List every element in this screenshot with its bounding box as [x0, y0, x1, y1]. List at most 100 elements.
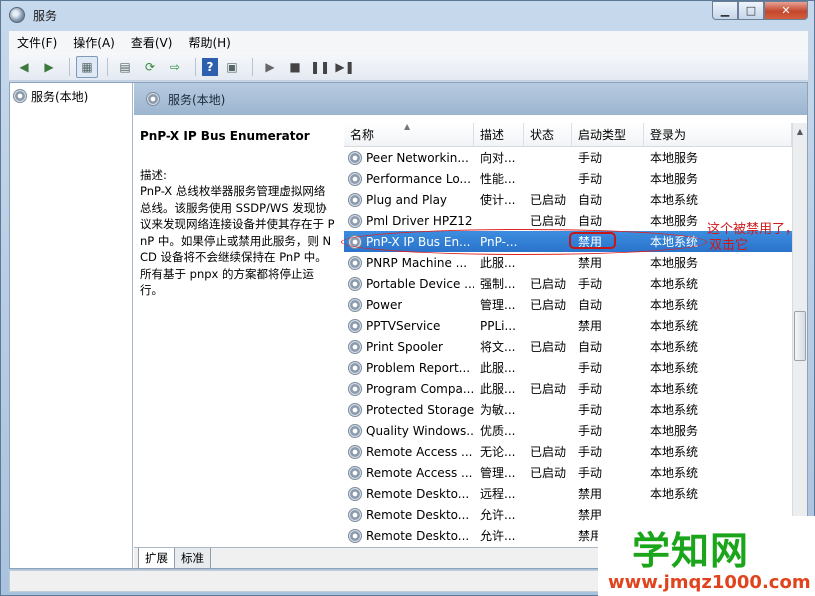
table-row[interactable]: Problem Report...此服...手动本地系统	[344, 357, 792, 378]
table-row[interactable]: Power管理...已启动自动本地系统	[344, 294, 792, 315]
column-header-label: 启动类型	[578, 126, 626, 143]
tree-item-label: 服务(本地)	[31, 88, 88, 105]
service-description-cell: 此服...	[474, 380, 524, 397]
start-service-icon[interactable]: ▶	[259, 56, 281, 78]
service-name-cell: Print Spooler	[344, 340, 474, 354]
help-icon[interactable]: ?	[202, 58, 218, 76]
table-row[interactable]: Remote Access ...无论...已启动手动本地系统	[344, 441, 792, 462]
service-description-cell: 远程...	[474, 485, 524, 502]
service-startup-type-cell: 手动	[572, 359, 644, 376]
service-name-cell: Protected Storage	[344, 403, 474, 417]
tab-extended[interactable]: 扩展	[138, 548, 175, 569]
watermark: 学知网 www.jmqz1000.com	[598, 516, 815, 596]
service-name: Remote Access ...	[366, 445, 472, 459]
maximize-button[interactable]: □	[738, 1, 764, 20]
service-name-heading: PnP-X IP Bus Enumerator	[140, 129, 336, 143]
service-name: Plug and Play	[366, 193, 447, 207]
table-row[interactable]: Program Compa...此服...已启动手动本地系统	[344, 378, 792, 399]
forward-arrow-icon[interactable]: ▶	[38, 56, 60, 78]
show-hide-tree-icon[interactable]: ▦	[76, 56, 98, 78]
service-logon-cell: 本地服务	[644, 149, 734, 166]
description-pane: PnP-X IP Bus Enumerator 描述: PnP-X 总线枚举器服…	[134, 115, 342, 547]
tab-standard[interactable]: 标准	[174, 548, 211, 569]
table-row[interactable]: Plug and Play 使计...已启动自动本地系统	[344, 189, 792, 210]
gear-icon	[348, 256, 362, 270]
gear-icon	[348, 529, 362, 543]
menu-view[interactable]: 查看(V)	[131, 34, 173, 51]
column-header-startup-type[interactable]: 启动类型	[572, 123, 644, 146]
service-description-cell: 使计...	[474, 191, 524, 208]
column-header-label: 状态	[530, 126, 554, 143]
column-header-description[interactable]: 描述	[474, 123, 524, 146]
console-tree: 服务(本地)	[10, 83, 133, 568]
column-header-status[interactable]: 状态	[524, 123, 572, 146]
close-button[interactable]: ✕	[764, 1, 808, 20]
service-name: Performance Lo...	[366, 172, 471, 186]
service-logon-cell: 本地系统	[644, 338, 734, 355]
service-status-cell: 已启动	[524, 296, 572, 313]
annotation-text-line2: 双击它	[709, 238, 748, 254]
window-title: 服务	[33, 7, 57, 24]
menu-file[interactable]: 文件(F)	[17, 34, 57, 51]
service-startup-type-cell: 禁用	[572, 254, 644, 271]
service-status-cell: 已启动	[524, 275, 572, 292]
gear-icon	[348, 361, 362, 375]
watermark-logo: 学知网	[632, 520, 749, 575]
gear-icon	[348, 487, 362, 501]
properties-icon[interactable]: ▤	[114, 56, 136, 78]
minimize-button[interactable]: ▁	[712, 1, 738, 20]
table-row[interactable]: Print Spooler将文...已启动自动本地系统	[344, 336, 792, 357]
menu-bar: 文件(F) 操作(A) 查看(V) 帮助(H)	[9, 31, 808, 53]
service-name: Remote Access ...	[366, 466, 472, 480]
pause-service-icon[interactable]: ❚❚	[309, 56, 331, 78]
vertical-scrollbar[interactable]: ▲ ▼	[792, 123, 807, 547]
column-header-logon-as[interactable]: 登录为	[644, 123, 792, 146]
list-header: ▲ 名称 描述 状态 启动类型 登录为	[344, 123, 792, 147]
service-logon-cell: 本地系统	[644, 401, 734, 418]
tree-item-services-local[interactable]: 服务(本地)	[13, 87, 129, 105]
back-arrow-icon[interactable]: ◀	[13, 56, 35, 78]
gear-icon	[348, 466, 362, 480]
service-logon-cell: 本地系统	[644, 464, 734, 481]
service-logon-cell: 本地系统	[644, 296, 734, 313]
column-header-name[interactable]: ▲ 名称	[344, 123, 474, 146]
service-name: Remote Deskto...	[366, 487, 469, 501]
refresh-icon[interactable]: ⟳	[139, 56, 161, 78]
service-startup-type-cell: 手动	[572, 422, 644, 439]
services-window: 服务 ▁ □ ✕ 文件(F) 操作(A) 查看(V) 帮助(H) ◀ ▶ ▦ ▤…	[0, 0, 815, 596]
gear-icon	[348, 298, 362, 312]
service-logon-cell: 本地系统	[644, 317, 734, 334]
stop-service-icon[interactable]: ■	[284, 56, 306, 78]
gear-icon	[348, 340, 362, 354]
service-name-cell: Plug and Play	[344, 193, 474, 207]
service-startup-type-cell: 手动	[572, 443, 644, 460]
scroll-up-icon[interactable]: ▲	[793, 123, 807, 139]
title-bar[interactable]: 服务 ▁ □ ✕	[1, 1, 814, 29]
table-row[interactable]: Remote Access ...管理...已启动手动本地系统	[344, 462, 792, 483]
table-row[interactable]: Portable Device ...强制...已启动手动本地系统	[344, 273, 792, 294]
menu-action[interactable]: 操作(A)	[73, 34, 115, 51]
table-row[interactable]: Quality Windows...优质...手动本地服务	[344, 420, 792, 441]
export-list-icon[interactable]: ⇨	[164, 56, 186, 78]
service-name-cell: Quality Windows...	[344, 424, 474, 438]
rows-container: Peer Networkin...向对...手动本地服务Performance …	[344, 147, 792, 547]
service-startup-type-cell: 禁用	[572, 317, 644, 334]
service-status-cell: 已启动	[524, 191, 572, 208]
table-row[interactable]: Peer Networkin...向对...手动本地服务	[344, 147, 792, 168]
scroll-thumb[interactable]	[794, 311, 806, 361]
table-row[interactable]: PNRP Machine ...此服...禁用本地服务	[344, 252, 792, 273]
table-row[interactable]: PPTVServicePPLi...禁用本地系统	[344, 315, 792, 336]
service-name: Protected Storage	[366, 403, 474, 417]
service-startup-type-cell: 自动	[572, 191, 644, 208]
service-logon-cell: 本地系统	[644, 485, 734, 502]
service-name-cell: Pml Driver HPZ12	[344, 214, 474, 228]
gear-icon	[146, 92, 160, 106]
table-row[interactable]: Performance Lo...性能...手动本地服务	[344, 168, 792, 189]
table-row[interactable]: Remote Deskto...远程...禁用本地系统	[344, 483, 792, 504]
menu-help[interactable]: 帮助(H)	[188, 34, 230, 51]
window-controls: ▁ □ ✕	[712, 1, 808, 20]
console-window-icon[interactable]: ▣	[221, 56, 243, 78]
restart-service-icon[interactable]: ▶❚	[334, 56, 356, 78]
service-logon-cell: 本地系统	[644, 191, 734, 208]
table-row[interactable]: Protected Storage为敏...手动本地系统	[344, 399, 792, 420]
